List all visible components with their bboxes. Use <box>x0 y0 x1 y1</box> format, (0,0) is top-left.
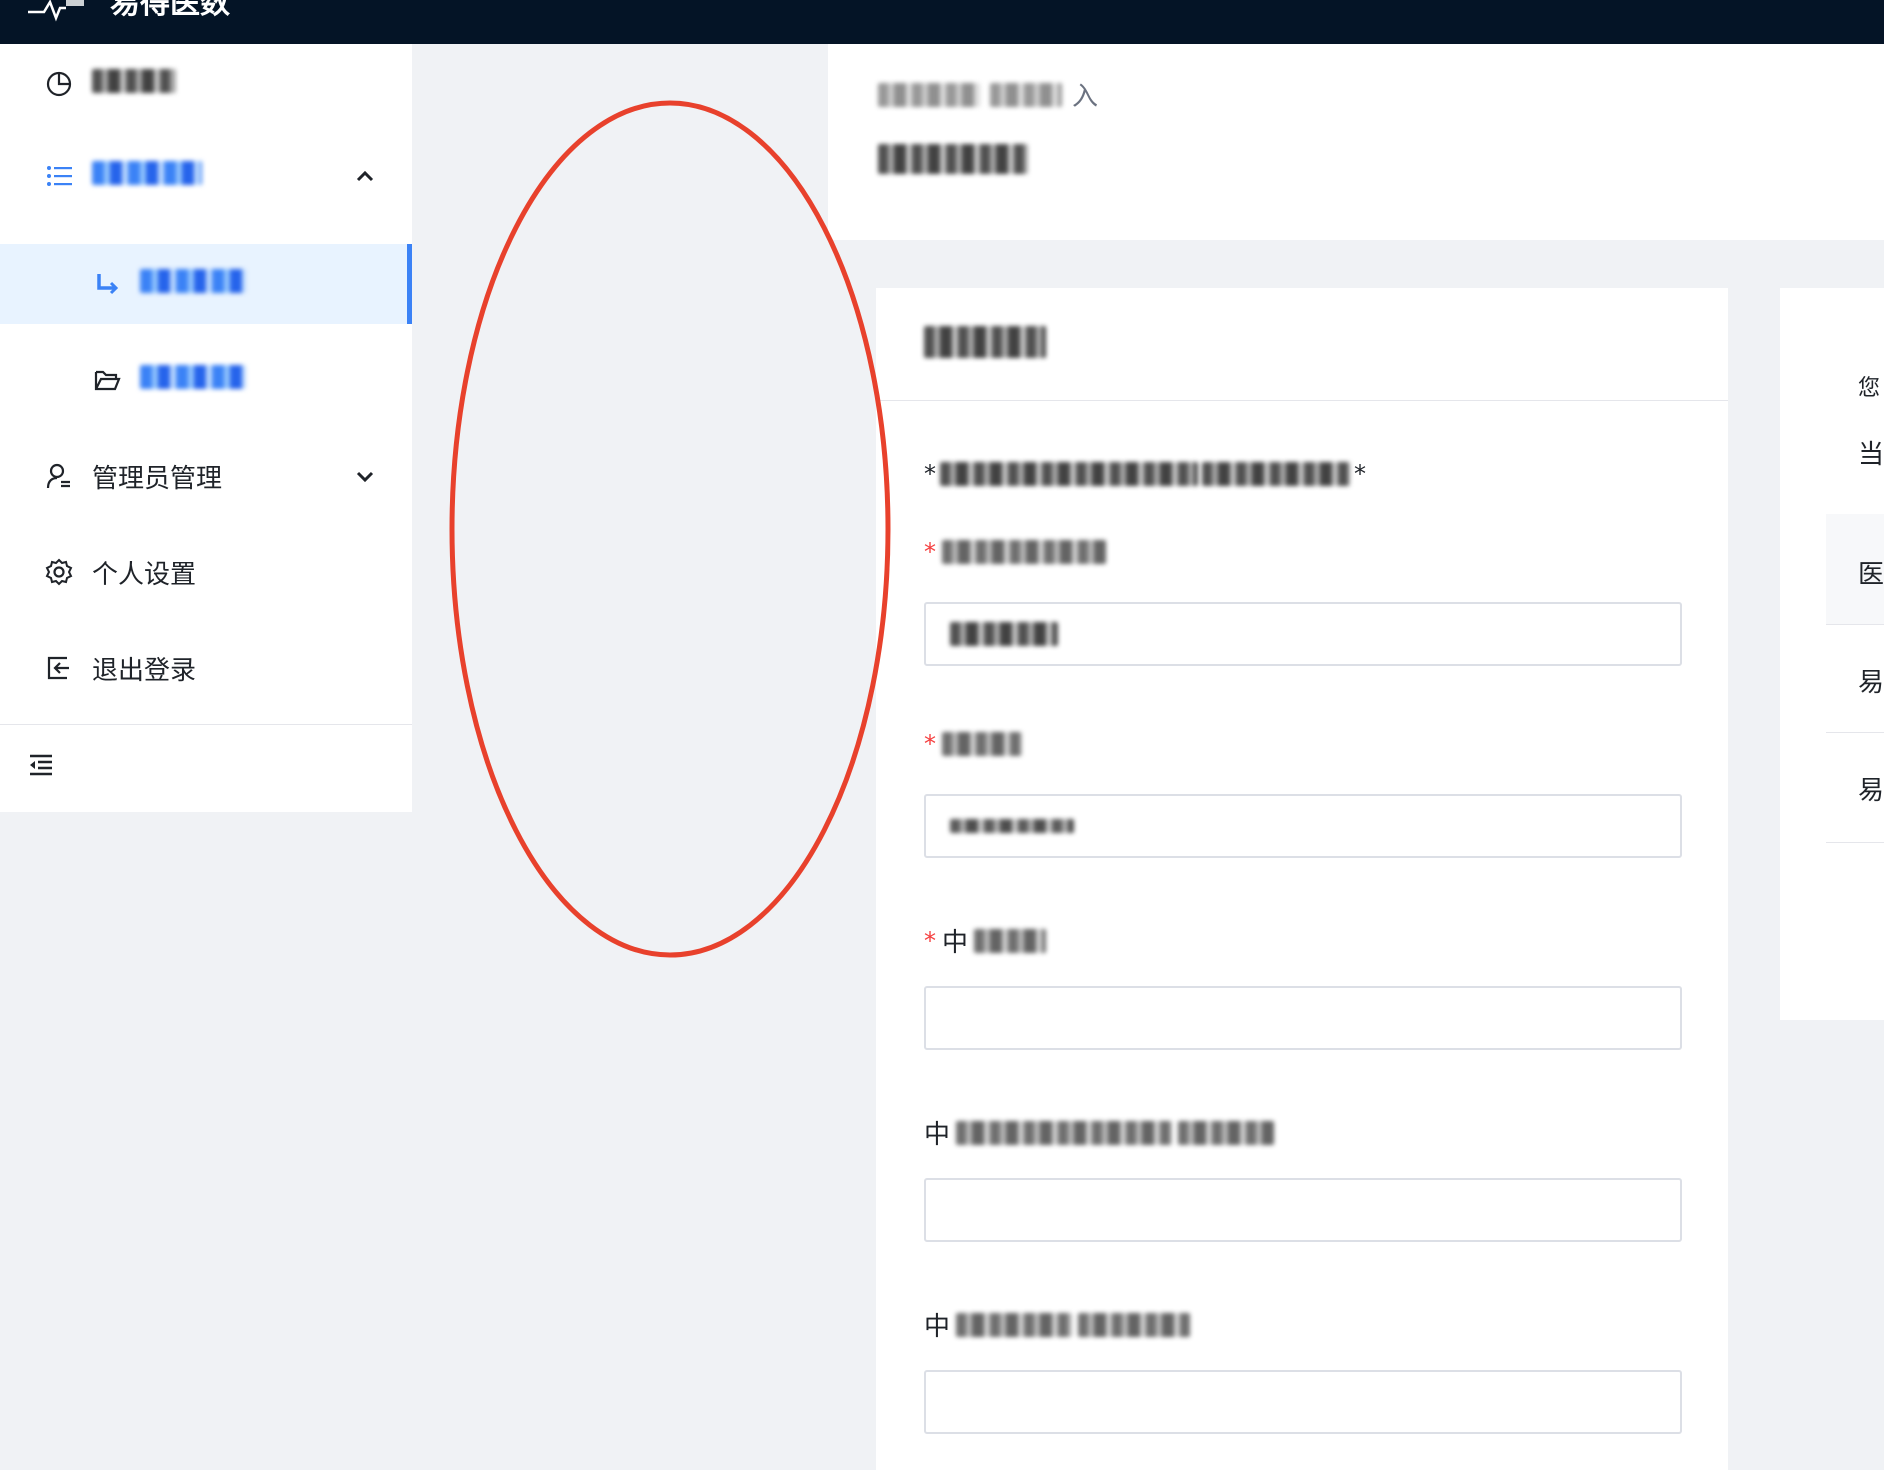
info-text: 当 <box>1858 440 1884 470</box>
field-label: * <box>924 730 1022 758</box>
divider <box>1826 624 1884 625</box>
sidebar-item-dashboard[interactable] <box>0 44 412 124</box>
page-header: 入 <box>828 44 1884 240</box>
divider <box>1826 842 1884 843</box>
top-bar: 易得医数 <box>0 0 1884 44</box>
info-card: 您 当 医 易 易 <box>1780 288 1884 1020</box>
sub-arrow-icon <box>92 269 122 299</box>
required-mark: * <box>924 538 936 566</box>
list-icon <box>44 161 74 191</box>
field-label: * 中 <box>924 922 1047 959</box>
sidebar-subitem-active[interactable] <box>0 244 412 324</box>
sidebar-item-label <box>140 268 246 300</box>
info-table-cell: 易 <box>1858 668 1884 698</box>
page-title <box>878 144 1028 182</box>
required-mark: * <box>924 926 936 955</box>
sidebar-subitem[interactable] <box>0 340 412 420</box>
sidebar-item-label: 管理员管理 <box>92 463 223 494</box>
pie-chart-icon <box>44 69 74 99</box>
field-input[interactable] <box>924 1178 1682 1242</box>
field-input[interactable] <box>924 1370 1682 1434</box>
field-label: * <box>924 538 1106 566</box>
logout-icon <box>44 653 74 683</box>
required-mark: * <box>924 730 936 758</box>
field-label: 中 <box>924 1114 1275 1151</box>
sidebar: 管理员管理 个人设置 退出登录 <box>0 44 412 812</box>
sidebar-item-label <box>92 68 176 100</box>
sidebar-item-label: 个人设置 <box>92 559 197 590</box>
folder-open-icon <box>92 365 122 395</box>
collapse-menu-icon[interactable] <box>26 750 56 780</box>
sidebar-item-logout[interactable]: 退出登录 <box>0 628 412 708</box>
sidebar-item-label <box>92 160 202 192</box>
info-text: 您 <box>1858 376 1881 401</box>
info-table-header-cell: 医 <box>1858 560 1884 590</box>
field-input[interactable] <box>924 794 1682 858</box>
card-divider <box>876 400 1728 401</box>
chevron-down-icon[interactable] <box>354 465 376 487</box>
field-input[interactable] <box>924 602 1682 666</box>
info-table-cell: 易 <box>1858 776 1884 806</box>
breadcrumb: 入 <box>878 76 1098 113</box>
card-title <box>924 326 1046 362</box>
chevron-up-icon[interactable] <box>354 165 376 187</box>
form-note: * * <box>924 460 1366 488</box>
sidebar-item-personal-settings[interactable]: 个人设置 <box>0 532 412 612</box>
annotation-ellipse <box>449 100 891 958</box>
field-label: 中 <box>924 1306 1191 1343</box>
sidebar-item-admin-manage[interactable]: 管理员管理 <box>0 436 412 516</box>
sidebar-divider <box>0 724 412 725</box>
sidebar-item-group[interactable] <box>0 136 412 216</box>
sidebar-item-label <box>140 364 246 396</box>
gear-icon <box>44 557 74 587</box>
form-card: * * * * * 中 中 中 <box>876 288 1728 1470</box>
user-manage-icon <box>44 461 74 491</box>
divider <box>1826 732 1884 733</box>
sidebar-item-label: 退出登录 <box>92 655 197 686</box>
field-input[interactable] <box>924 986 1682 1050</box>
breadcrumb-tail: 入 <box>1072 82 1099 112</box>
app-title: 易得医数 <box>110 0 230 21</box>
logo-icon <box>28 0 84 22</box>
